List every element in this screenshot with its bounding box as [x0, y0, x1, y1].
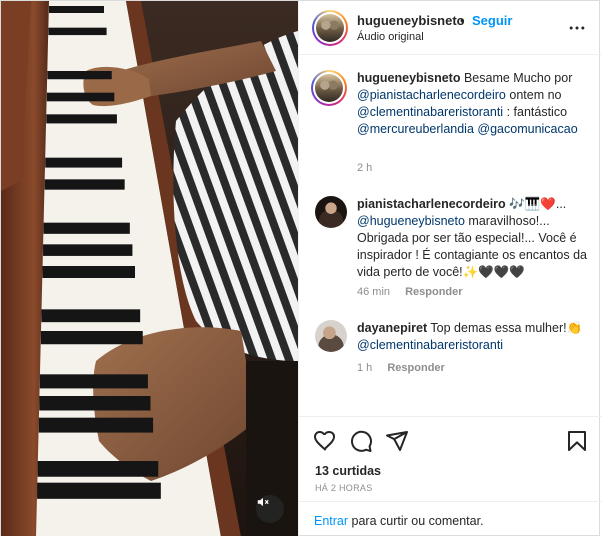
- post-timestamp[interactable]: HÁ 2 HORAS: [315, 483, 373, 493]
- caption-mention-2[interactable]: @clementinabareristoranti: [357, 105, 503, 119]
- comment-mention[interactable]: @hugueneybisneto: [357, 214, 465, 228]
- caption-username[interactable]: hugueneybisneto: [357, 71, 460, 85]
- header-username[interactable]: hugueneybisneto: [357, 13, 465, 28]
- piano-black-key: [39, 374, 148, 389]
- commenter-avatar[interactable]: [315, 320, 347, 352]
- login-prompt: Entrar para curtir ou comentar.: [314, 514, 484, 528]
- separator-dot: •: [460, 13, 465, 28]
- comment-item: pianistacharlenecordeiro 🎶🎹❤️... @huguen…: [311, 196, 601, 306]
- commenter-avatar[interactable]: [315, 196, 347, 228]
- piano-black-key: [43, 222, 130, 234]
- piano-black-key: [40, 331, 143, 345]
- action-bar: [299, 416, 602, 462]
- comment-body: Top demas essa mulher!👏: [430, 321, 583, 335]
- piano-black-key: [42, 266, 135, 278]
- share-icon[interactable]: [385, 429, 409, 453]
- piano-black-key: [37, 461, 159, 477]
- audio-link[interactable]: Áudio original: [357, 31, 424, 43]
- piano-video-frame: [1, 1, 298, 536]
- mute-button[interactable]: [256, 495, 284, 523]
- comment-meta: 1 h Responder: [357, 362, 457, 374]
- video-player[interactable]: [1, 1, 298, 536]
- comments-list: hugueneybisneto Besame Mucho por @pianis…: [299, 56, 602, 416]
- caption-mention-3[interactable]: @mercureuberlandia: [357, 122, 474, 136]
- piano-black-key: [46, 114, 117, 124]
- bookmark-icon[interactable]: [565, 429, 589, 453]
- comment-time[interactable]: 46 min: [357, 286, 390, 298]
- comment-item: dayanepiret Top demas essa mulher!👏 @cle…: [311, 320, 601, 380]
- caption-time[interactable]: 2 h: [357, 162, 372, 174]
- caption-mention-4[interactable]: @gacomunicacao: [477, 122, 577, 136]
- login-prompt-text: para curtir ou comentar.: [351, 514, 484, 528]
- piano-black-key: [39, 396, 151, 411]
- caption-text-2: ontem no: [509, 88, 562, 102]
- comment-time[interactable]: 1 h: [357, 362, 372, 374]
- piano-black-key: [41, 309, 141, 323]
- caption-text: hugueneybisneto Besame Mucho por @pianis…: [357, 70, 587, 138]
- post-header: hugueneybisneto • Seguir Áudio original: [299, 1, 602, 55]
- piano-black-key: [44, 179, 125, 190]
- caption-mention-1[interactable]: @pianistacharlenecordeiro: [357, 88, 506, 102]
- caption-avatar[interactable]: [311, 70, 347, 106]
- comment-bar: Entrar para curtir ou comentar.: [299, 501, 602, 536]
- avatar[interactable]: [312, 10, 348, 46]
- login-link[interactable]: Entrar: [314, 514, 348, 528]
- caption-meta: 2 h: [357, 162, 384, 174]
- comment-username[interactable]: pianistacharlenecordeiro: [357, 197, 506, 211]
- mute-icon: [257, 497, 269, 507]
- more-options-icon[interactable]: [567, 18, 587, 38]
- follow-button[interactable]: Seguir: [472, 13, 512, 28]
- piano-black-key: [48, 27, 107, 36]
- piano-black-key: [38, 417, 154, 433]
- heart-icon[interactable]: [313, 429, 337, 453]
- piano-black-key: [37, 482, 161, 499]
- piano-black-key: [45, 157, 123, 168]
- post-dialog: hugueneybisneto • Seguir Áudio original …: [0, 0, 602, 536]
- caption: hugueneybisneto Besame Mucho por @pianis…: [311, 70, 601, 180]
- piano-black-key: [49, 6, 104, 13]
- reply-button[interactable]: Responder: [405, 286, 462, 298]
- post-sidebar: hugueneybisneto • Seguir Áudio original …: [298, 1, 602, 536]
- comment-mention[interactable]: @clementinabareristoranti: [357, 338, 503, 352]
- caption-text-1: Besame Mucho por: [463, 71, 573, 85]
- piano-black-key: [47, 71, 112, 80]
- piano-black-key: [46, 92, 115, 102]
- comment-meta: 46 min Responder: [357, 286, 475, 298]
- caption-text-3: : fantástico: [506, 105, 568, 119]
- comment-emoji: 🎶🎹❤️...: [509, 197, 567, 211]
- likes-count[interactable]: 13 curtidas: [315, 464, 381, 478]
- piano-black-key: [43, 244, 133, 256]
- comment-text: dayanepiret Top demas essa mulher!👏 @cle…: [357, 320, 587, 354]
- comment-username[interactable]: dayanepiret: [357, 321, 427, 335]
- comment-text: pianistacharlenecordeiro 🎶🎹❤️... @huguen…: [357, 196, 587, 281]
- reply-button[interactable]: Responder: [387, 362, 444, 374]
- comment-icon[interactable]: [349, 429, 373, 453]
